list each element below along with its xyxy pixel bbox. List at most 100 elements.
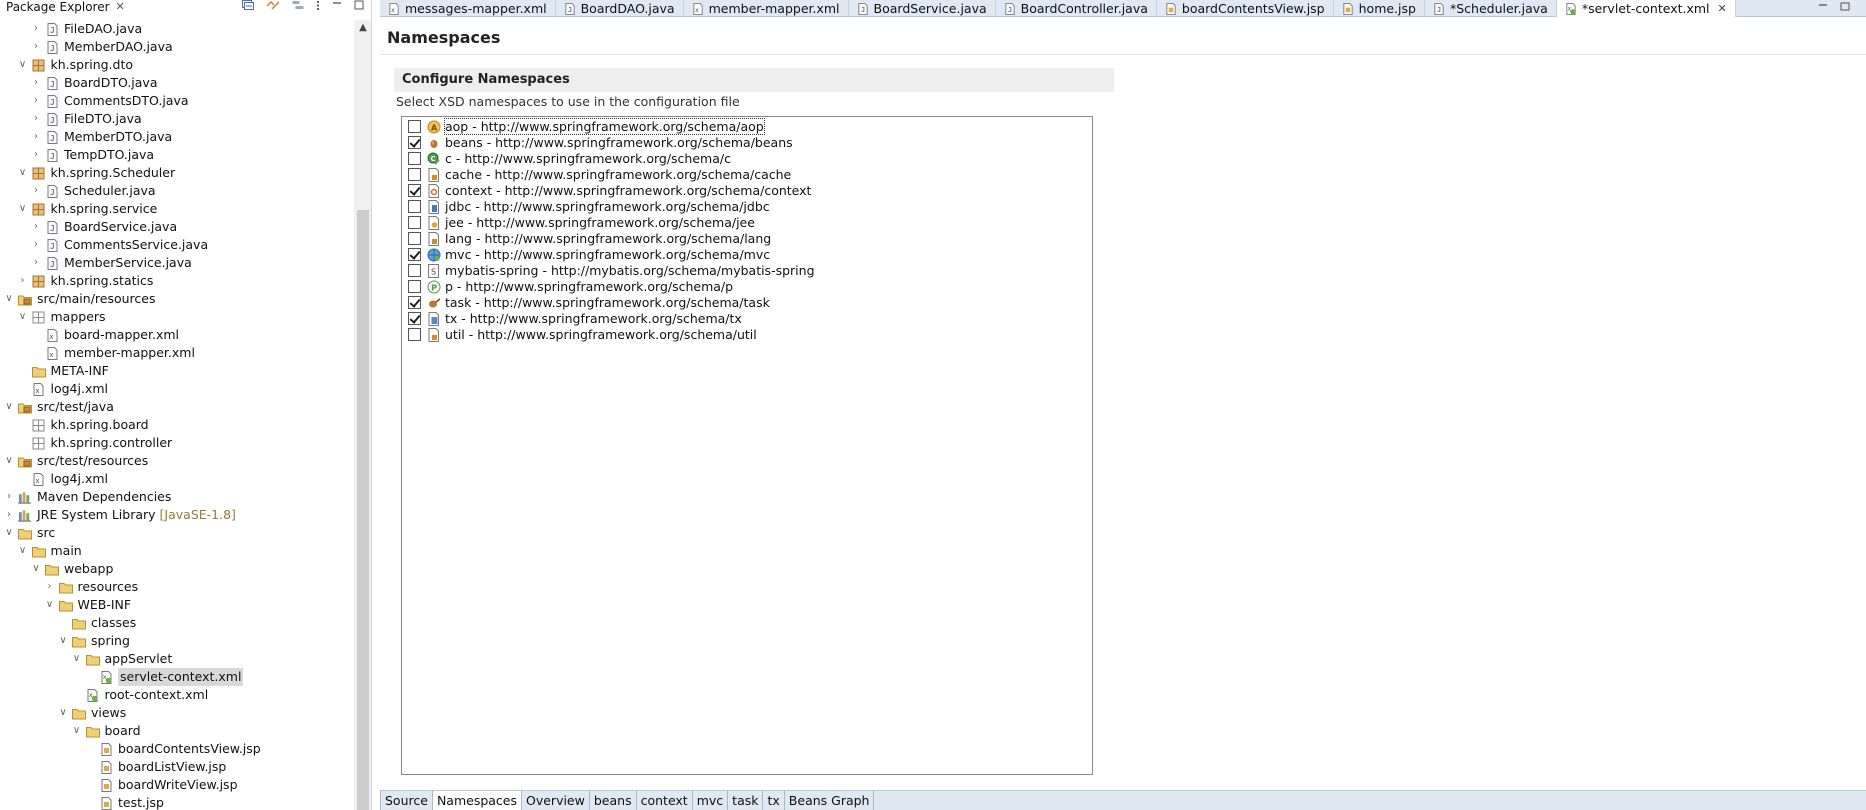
tree-item[interactable]: ∨ mappers (0, 308, 354, 326)
tree-item[interactable]: › J MemberDAO.java (0, 38, 354, 56)
chevron-right-icon[interactable]: › (31, 128, 41, 146)
tab-close-icon[interactable]: ✕ (1718, 2, 1727, 15)
explorer-close-icon[interactable]: ✕ (116, 0, 125, 13)
namespace-checkbox[interactable] (408, 232, 421, 245)
namespace-checkbox[interactable] (408, 312, 421, 325)
maximize-icon[interactable] (354, 0, 364, 14)
tree-item[interactable]: › J TempDTO.java (0, 146, 354, 164)
editor-tab[interactable]: J *Scheduler.java (1425, 0, 1557, 17)
chevron-right-icon[interactable]: › (31, 38, 41, 56)
tree-item[interactable]: › J CommentsService.java (0, 236, 354, 254)
tree-item[interactable]: › J BoardService.java (0, 218, 354, 236)
chevron-right-icon[interactable]: › (31, 146, 41, 164)
tree-item[interactable]: ∨ appServlet (0, 650, 354, 668)
namespace-checkbox[interactable] (408, 152, 421, 165)
chevron-down-icon[interactable]: ∨ (58, 632, 68, 650)
chevron-right-icon[interactable]: › (31, 20, 41, 38)
namespace-checkbox[interactable] (408, 136, 421, 149)
tree-item[interactable]: boardContentsView.jsp (0, 740, 354, 758)
tree-item[interactable]: ∨ src/test/resources (0, 452, 354, 470)
namespace-checkbox[interactable] (408, 264, 421, 277)
page-tab-mvc[interactable]: mvc (693, 791, 729, 810)
tree-item[interactable]: ∨ kh.spring.Scheduler (0, 164, 354, 182)
tree-item[interactable]: › JRE System Library [JavaSE-1.8] (0, 506, 354, 524)
editor-tab[interactable]: J BoardService.java (849, 0, 996, 17)
explorer-scrollbar[interactable]: ▲ (354, 20, 371, 810)
namespace-checkbox[interactable] (408, 280, 421, 293)
link-with-editor-icon[interactable] (266, 0, 280, 14)
chevron-right-icon[interactable]: › (31, 110, 41, 128)
editor-tab[interactable]: J BoardDAO.java (556, 0, 684, 17)
scrollbar-thumb[interactable] (357, 210, 369, 810)
tree-item[interactable]: › J FileDTO.java (0, 110, 354, 128)
editor-tab[interactable]: x member-mapper.xml (684, 0, 849, 17)
chevron-down-icon[interactable]: ∨ (72, 722, 82, 740)
filter-icon[interactable] (292, 0, 304, 14)
tree-item[interactable]: x log4j.xml (0, 380, 354, 398)
chevron-right-icon[interactable]: › (4, 506, 14, 524)
collapse-all-icon[interactable] (242, 0, 254, 14)
editor-minimize-icon[interactable] (1818, 2, 1828, 15)
page-tab-task[interactable]: task (728, 791, 764, 810)
chevron-right-icon[interactable]: › (31, 254, 41, 272)
namespace-checkbox[interactable] (408, 184, 421, 197)
chevron-down-icon[interactable]: ∨ (58, 704, 68, 722)
namespace-checkbox[interactable] (408, 120, 421, 133)
chevron-down-icon[interactable]: ∨ (72, 650, 82, 668)
tree-item[interactable]: boardListView.jsp (0, 758, 354, 776)
namespace-checkbox[interactable] (408, 328, 421, 341)
editor-tab[interactable]: x *servlet-context.xml ✕ (1556, 0, 1736, 17)
chevron-down-icon[interactable]: ∨ (4, 398, 14, 416)
chevron-down-icon[interactable]: ∨ (4, 290, 14, 308)
namespace-checkbox[interactable] (408, 296, 421, 309)
namespace-checkbox[interactable] (408, 200, 421, 213)
tree-item[interactable]: › J CommentsDTO.java (0, 92, 354, 110)
chevron-right-icon[interactable]: › (31, 218, 41, 236)
tree-item[interactable]: ∨ main (0, 542, 354, 560)
chevron-down-icon[interactable]: ∨ (31, 560, 41, 578)
tree-item[interactable]: x log4j.xml (0, 470, 354, 488)
tree-item[interactable]: › J MemberService.java (0, 254, 354, 272)
tree-item[interactable]: › J FileDAO.java (0, 20, 354, 38)
tree-item[interactable]: ∨ spring (0, 632, 354, 650)
tree-item[interactable]: boardWriteView.jsp (0, 776, 354, 794)
tree-item[interactable]: ∨ src/main/resources (0, 290, 354, 308)
chevron-down-icon[interactable]: ∨ (18, 308, 28, 326)
tree-item[interactable]: ∨ src/test/java (0, 398, 354, 416)
chevron-right-icon[interactable]: › (31, 182, 41, 200)
tree-item[interactable]: › J MemberDTO.java (0, 128, 354, 146)
scroll-up-icon[interactable]: ▲ (354, 22, 371, 33)
chevron-right-icon[interactable]: › (45, 578, 55, 596)
namespace-row[interactable]: util - http://www.springframework.org/sc… (408, 325, 757, 344)
tree-item[interactable]: ∨ board (0, 722, 354, 740)
tree-item[interactable]: ∨ views (0, 704, 354, 722)
tree-item[interactable]: › resources (0, 578, 354, 596)
tree-item[interactable]: ∨ WEB-INF (0, 596, 354, 614)
tree-item[interactable]: ∨ src (0, 524, 354, 542)
tree-item[interactable]: META-INF (0, 362, 354, 380)
editor-maximize-icon[interactable] (1840, 2, 1850, 15)
chevron-down-icon[interactable]: ∨ (18, 164, 28, 182)
chevron-right-icon[interactable]: › (18, 272, 28, 290)
tree-item[interactable]: › kh.spring.statics (0, 272, 354, 290)
tree-item[interactable]: › Maven Dependencies (0, 488, 354, 506)
tree-item[interactable]: kh.spring.board (0, 416, 354, 434)
tree-item[interactable]: x board-mapper.xml (0, 326, 354, 344)
chevron-down-icon[interactable]: ∨ (45, 596, 55, 614)
page-tab-beans-graph[interactable]: Beans Graph (785, 791, 875, 810)
page-tab-beans[interactable]: beans (590, 791, 637, 810)
tree-item[interactable]: classes (0, 614, 354, 632)
minimize-icon[interactable] (332, 0, 342, 14)
view-menu-icon[interactable] (316, 0, 320, 14)
namespace-checkbox[interactable] (408, 168, 421, 181)
chevron-down-icon[interactable]: ∨ (4, 524, 14, 542)
chevron-right-icon[interactable]: › (31, 92, 41, 110)
tree-item[interactable]: › J BoardDTO.java (0, 74, 354, 92)
page-tab-source[interactable]: Source (380, 791, 433, 810)
tree-item[interactable]: › J Scheduler.java (0, 182, 354, 200)
page-tab-overview[interactable]: Overview (522, 791, 590, 810)
tree-item[interactable]: x root-context.xml (0, 686, 354, 704)
chevron-down-icon[interactable]: ∨ (18, 56, 28, 74)
tree-item[interactable]: test.jsp (0, 794, 354, 810)
chevron-down-icon[interactable]: ∨ (18, 200, 28, 218)
